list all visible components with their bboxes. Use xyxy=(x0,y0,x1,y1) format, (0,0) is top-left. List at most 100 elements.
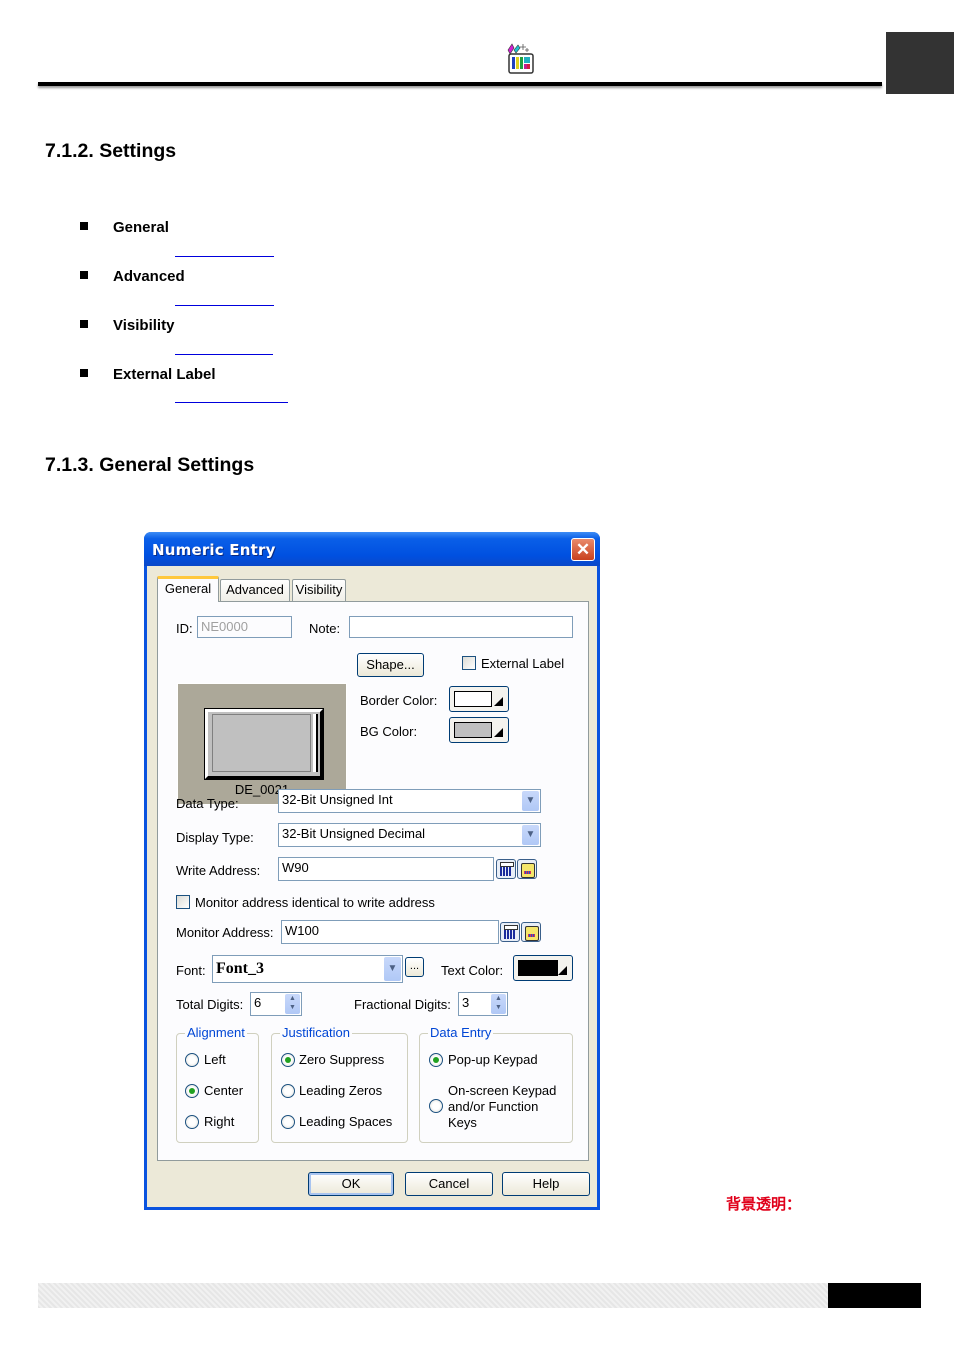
popup-keypad-radio[interactable] xyxy=(429,1053,443,1067)
calculator-icon[interactable] xyxy=(496,859,516,879)
chevron-down-icon[interactable]: ▼ xyxy=(522,791,539,811)
bullet-label: Visibility xyxy=(113,317,175,334)
leading-spaces-radio[interactable] xyxy=(281,1115,295,1129)
justification-group-title: Justification xyxy=(280,1025,352,1040)
note-label: Note: xyxy=(309,621,341,636)
id-field[interactable]: NE0000 xyxy=(197,616,292,638)
footer-bar xyxy=(38,1283,828,1308)
bullet-label: External Label xyxy=(113,366,216,383)
spinner-arrows-icon[interactable]: ▲ ▼ xyxy=(285,994,300,1014)
leading-zeros-label: Leading Zeros xyxy=(299,1083,383,1098)
bullet-square-icon xyxy=(80,222,88,230)
chapter-tab xyxy=(886,32,954,94)
write-address-label: Write Address: xyxy=(176,863,261,878)
shape-button[interactable]: Shape... xyxy=(357,653,424,677)
close-button[interactable]: ✕ xyxy=(571,538,595,561)
ok-button[interactable]: OK xyxy=(308,1172,394,1196)
link-general[interactable] xyxy=(175,256,274,257)
note-field[interactable] xyxy=(349,616,573,638)
onscreen-keypad-label-line2: and/or Function xyxy=(448,1099,539,1114)
help-button[interactable]: Help xyxy=(502,1172,590,1196)
footer-page-tab xyxy=(828,1283,921,1308)
section-title-settings: 7.1.2. Settings xyxy=(45,140,177,162)
total-digits-value: 6 xyxy=(254,995,262,1010)
display-type-label: Display Type: xyxy=(176,830,254,845)
alignment-group: Alignment Left Center Right xyxy=(176,1025,259,1143)
total-digits-label: Total Digits: xyxy=(176,997,244,1012)
alignment-right-radio[interactable] xyxy=(185,1115,199,1129)
bullet-square-icon xyxy=(80,369,88,377)
monitor-identical-checkbox[interactable] xyxy=(176,895,190,909)
text-color-picker[interactable] xyxy=(513,955,573,981)
dropdown-triangle-icon xyxy=(494,697,503,706)
bg-color-picker[interactable] xyxy=(449,717,509,743)
data-entry-group: Data Entry Pop-up Keypad On-screen Keypa… xyxy=(419,1025,573,1143)
numeric-entry-dialog: Numeric Entry ✕ General Advanced Visibil… xyxy=(144,532,600,1210)
preview-shape xyxy=(204,708,324,780)
fractional-digits-label: Fractional Digits: xyxy=(354,997,451,1012)
tag-icon[interactable] xyxy=(517,859,537,879)
chevron-down-icon[interactable]: ▼ xyxy=(522,825,539,845)
bullet-label: General xyxy=(113,219,169,236)
alignment-right-label: Right xyxy=(204,1114,235,1129)
zero-suppress-radio[interactable] xyxy=(281,1053,295,1067)
monitor-identical-label: Monitor address identical to write addre… xyxy=(195,895,435,910)
zero-suppress-label: Zero Suppress xyxy=(299,1052,385,1067)
border-color-swatch xyxy=(454,691,492,707)
justification-group: Justification Zero Suppress Leading Zero… xyxy=(271,1025,408,1143)
bg-color-swatch xyxy=(454,722,492,738)
font-select[interactable]: Font_3 ▼ xyxy=(212,955,403,983)
fractional-digits-spinner[interactable]: 3 ▲ ▼ xyxy=(458,992,508,1016)
bullet-square-icon xyxy=(80,320,88,328)
tab-visibility[interactable]: Visibility xyxy=(292,579,346,601)
dropdown-triangle-icon xyxy=(494,728,503,737)
bg-color-label: BG Color: xyxy=(360,724,418,739)
tag-icon[interactable] xyxy=(521,922,541,942)
alignment-group-title: Alignment xyxy=(185,1025,247,1040)
border-color-picker[interactable] xyxy=(449,686,509,712)
display-type-value: 32-Bit Unsigned Decimal xyxy=(282,826,426,841)
monitor-address-field[interactable]: W100 xyxy=(281,920,499,944)
transparent-background-note: 背景透明： xyxy=(726,1195,802,1213)
shape-preview: DE_0021 xyxy=(177,683,347,805)
alignment-center-label: Center xyxy=(204,1083,244,1098)
link-visibility[interactable] xyxy=(175,354,273,355)
onscreen-keypad-radio[interactable] xyxy=(429,1099,443,1113)
display-type-select[interactable]: 32-Bit Unsigned Decimal ▼ xyxy=(278,823,541,847)
link-external-label[interactable] xyxy=(175,402,288,403)
external-label-checkbox[interactable] xyxy=(462,656,476,670)
preview-shape-face xyxy=(212,714,311,772)
external-label-label: External Label xyxy=(481,656,565,671)
section-title-general-settings: 7.1.3. General Settings xyxy=(45,454,255,476)
border-color-label: Border Color: xyxy=(360,693,438,708)
write-address-field[interactable]: W90 xyxy=(278,857,494,881)
dropdown-triangle-icon xyxy=(558,966,567,975)
total-digits-spinner[interactable]: 6 ▲ ▼ xyxy=(250,992,302,1016)
leading-zeros-radio[interactable] xyxy=(281,1084,295,1098)
monitor-address-label: Monitor Address: xyxy=(176,925,274,940)
data-type-select[interactable]: 32-Bit Unsigned Int ▼ xyxy=(278,789,541,813)
text-color-swatch xyxy=(518,960,558,976)
close-icon: ✕ xyxy=(575,540,591,559)
bullet-square-icon xyxy=(80,271,88,279)
header-rule xyxy=(38,82,882,86)
font-value: Font_3 xyxy=(216,960,264,977)
spinner-arrows-icon[interactable]: ▲ ▼ xyxy=(491,994,506,1014)
dialog-title: Numeric Entry xyxy=(152,541,276,559)
link-advanced[interactable] xyxy=(175,305,274,306)
font-browse-button[interactable]: ... xyxy=(405,957,424,977)
dialog-titlebar[interactable]: Numeric Entry ✕ xyxy=(144,532,600,566)
calculator-icon[interactable] xyxy=(500,922,520,942)
tab-advanced[interactable]: Advanced xyxy=(220,579,290,601)
tab-general[interactable]: General xyxy=(157,576,219,602)
id-label: ID: xyxy=(176,621,193,636)
general-tab-panel: ID: NE0000 Note: DE_0021 Shape... Extern… xyxy=(157,601,589,1161)
chevron-down-icon[interactable]: ▼ xyxy=(384,957,401,981)
bullet-label: Advanced xyxy=(113,268,185,285)
cancel-button[interactable]: Cancel xyxy=(405,1172,493,1196)
fractional-digits-value: 3 xyxy=(462,995,470,1010)
alignment-center-radio[interactable] xyxy=(185,1084,199,1098)
data-type-value: 32-Bit Unsigned Int xyxy=(282,792,393,807)
popup-keypad-label: Pop-up Keypad xyxy=(448,1052,538,1067)
alignment-left-radio[interactable] xyxy=(185,1053,199,1067)
